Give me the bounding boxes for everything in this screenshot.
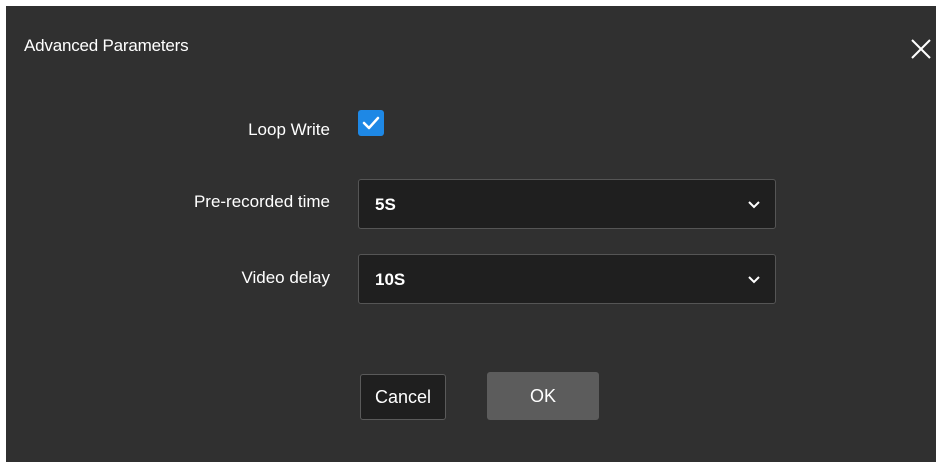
loop-write-label: Loop Write [248,120,330,139]
loop-write-checkbox[interactable] [358,110,384,136]
chevron-down-icon [748,201,760,209]
ok-button[interactable]: OK [487,372,599,420]
video-delay-label: Video delay [241,268,330,287]
close-icon [911,39,931,59]
video-delay-value: 10S [375,270,406,289]
pre-recorded-time-value: 5S [375,195,396,214]
close-button[interactable] [906,34,936,64]
dialog-title: Advanced Parameters [24,36,189,55]
advanced-parameters-dialog: Advanced Parameters Loop Write Pre-recor… [6,6,936,462]
pre-recorded-time-select[interactable]: 5S [358,179,776,229]
chevron-down-icon [748,276,760,284]
cancel-button[interactable]: Cancel [360,374,446,420]
video-delay-select[interactable]: 10S [358,254,776,304]
checkmark-icon [362,116,380,130]
pre-recorded-time-label: Pre-recorded time [193,192,330,211]
